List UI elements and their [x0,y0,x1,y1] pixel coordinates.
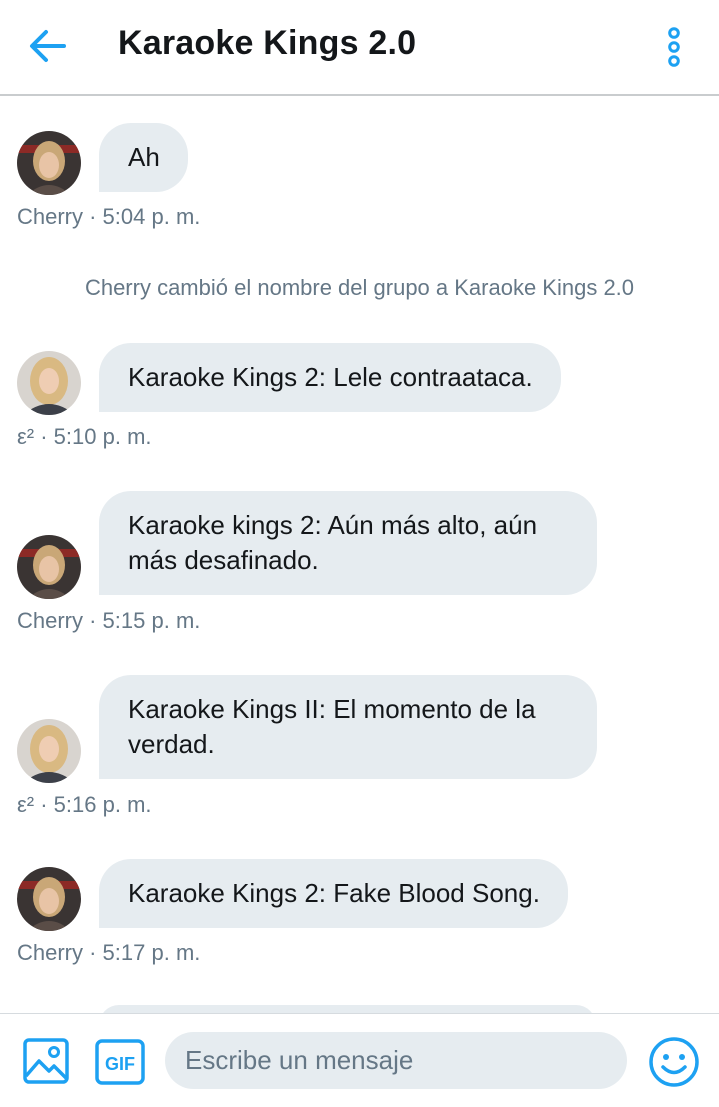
avatar-cherry[interactable] [17,867,81,931]
emoji-button[interactable] [648,1036,700,1088]
avatar-e2[interactable] [17,719,81,783]
message-meta: Cherry · 5:17 p. m. [17,940,201,965]
message-bubble[interactable]: Karaoke Kings II: El momento de la verda… [99,675,597,779]
message-bubble[interactable]: Karaoke Kings 2: Lele contraataca. [99,343,561,412]
dm-conversation-screen: Karaoke Kings 2.0 Ah Cherry · 5:04 p. m.… [0,0,719,1107]
message-meta: Cherry · 5:15 p. m. [17,608,201,633]
conversation-header: Karaoke Kings 2.0 [0,0,719,96]
emoji-icon [649,1037,699,1087]
avatar-cherry[interactable] [17,535,81,599]
gif-label: GIF [105,1054,135,1074]
add-gif-button[interactable]: GIF [95,1039,145,1085]
image-icon [23,1038,69,1084]
gif-icon: GIF [95,1039,145,1085]
more-options-button[interactable] [660,26,688,68]
back-button[interactable] [26,27,68,65]
message-bubble[interactable]: Karaoke Kings 2: Fake Blood Song. [99,859,568,928]
conversation-title: Karaoke Kings 2.0 [118,24,417,62]
message-meta: ε² · 5:10 p. m. [17,424,152,449]
message-bubble[interactable]: Ah [99,123,188,192]
more-vertical-icon [668,27,680,67]
system-message: Cherry cambió el nombre del grupo a Kara… [84,275,635,300]
message-meta: Cherry · 5:04 p. m. [17,204,201,229]
add-image-button[interactable] [22,1037,70,1085]
avatar-cherry[interactable] [17,131,81,195]
message-bubble[interactable]: Karaoke kings 2: Aún más alto, aún más d… [99,491,597,595]
avatar-e2[interactable] [17,351,81,415]
message-meta: ε² · 5:16 p. m. [17,792,152,817]
arrow-left-icon [30,30,66,62]
message-input[interactable] [165,1032,627,1089]
